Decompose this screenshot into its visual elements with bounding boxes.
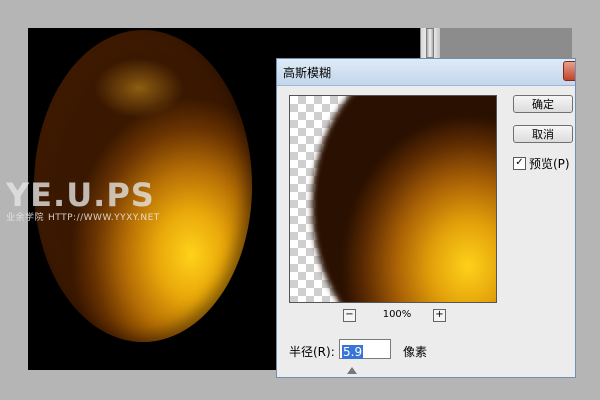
close-button[interactable] xyxy=(563,61,575,81)
zoom-in-button[interactable]: + xyxy=(433,309,446,322)
watermark-logo: YE.U.PS xyxy=(6,176,155,214)
workspace-background xyxy=(440,28,572,58)
watermark-subtitle: 业余学院 HTTP://WWW.YYXY.NET xyxy=(6,210,164,223)
dialog-title: 高斯模糊 xyxy=(283,66,332,80)
egg-highlight xyxy=(94,58,184,118)
radius-input[interactable]: 5.9 xyxy=(339,339,391,359)
watermark: YE.U.PS 业余学院 HTTP://WWW.YYXY.NET xyxy=(6,178,164,223)
radius-value: 5.9 xyxy=(342,345,364,359)
preview-checkbox-label[interactable]: 预览(P) xyxy=(529,155,570,172)
scrollbar-thumb[interactable] xyxy=(426,28,434,58)
radius-unit-label: 像素 xyxy=(403,345,428,359)
checkmark-icon: ✓ xyxy=(515,157,524,168)
radius-label: 半径(R): xyxy=(289,345,335,359)
dialog-titlebar[interactable]: 高斯模糊 xyxy=(277,59,575,86)
vertical-scrollbar[interactable] xyxy=(420,28,441,58)
preview-checkbox[interactable]: ✓ xyxy=(513,157,526,170)
watermark-cn-text: 业余学院 xyxy=(6,213,45,223)
watermark-url: HTTP://WWW.YYXY.NET xyxy=(48,213,160,223)
gaussian-blur-dialog: 高斯模糊 − 100% + 半径(R): 5.9 像素 确定 取消 ✓ 预览(P… xyxy=(276,58,576,378)
zoom-out-button[interactable]: − xyxy=(343,309,356,322)
blur-preview[interactable] xyxy=(289,95,497,303)
zoom-level: 100% xyxy=(382,309,412,320)
ok-button[interactable]: 确定 xyxy=(513,95,573,113)
cancel-button[interactable]: 取消 xyxy=(513,125,573,143)
radius-slider-thumb[interactable] xyxy=(347,367,357,374)
preview-egg-shape xyxy=(312,96,496,302)
